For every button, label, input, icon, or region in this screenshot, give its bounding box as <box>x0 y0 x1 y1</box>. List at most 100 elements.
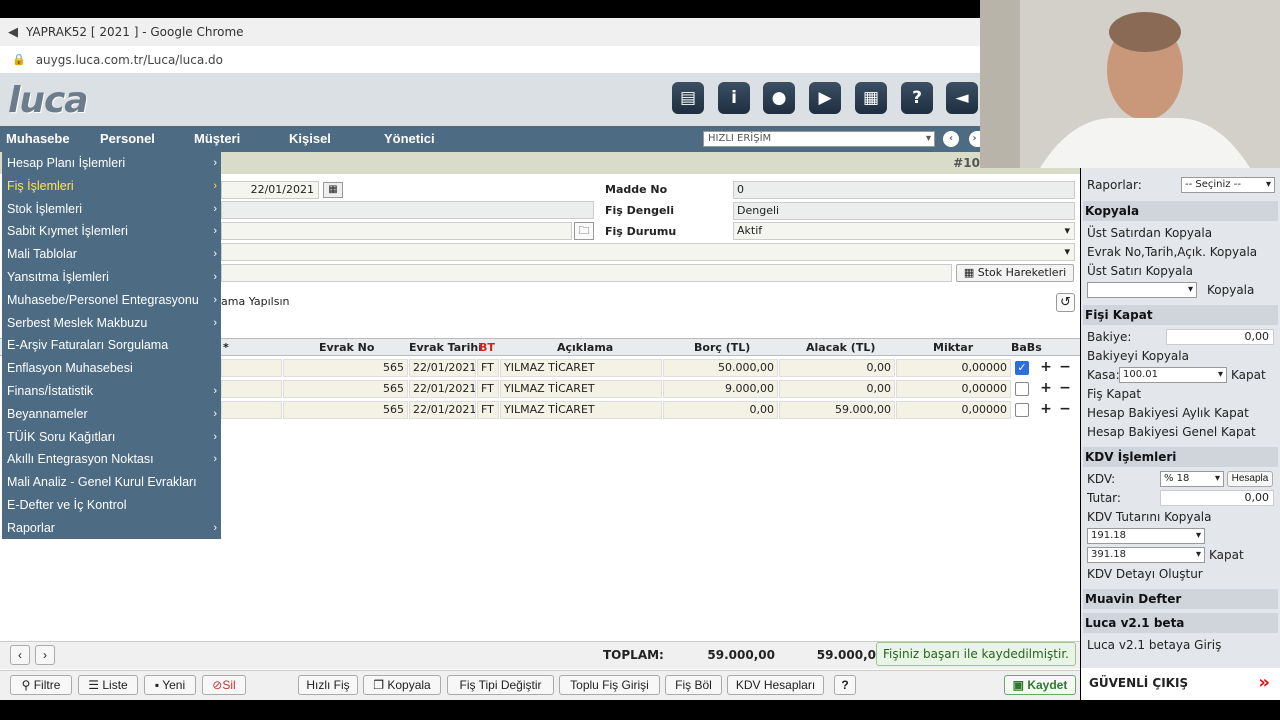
kdv-kopyala-link[interactable]: KDV Tutarını Kopyala <box>1087 510 1212 524</box>
kdv-account2-select[interactable]: 391.18 ▾ <box>1087 547 1205 563</box>
menu-item[interactable]: Beyannameler › <box>2 403 221 426</box>
stok-hareketleri-button[interactable]: ▦ Stok Hareketleri <box>956 264 1074 282</box>
row-bt[interactable]: FT <box>477 359 499 377</box>
row-miktar[interactable]: 0,00000 <box>896 380 1011 398</box>
notes-field[interactable] <box>221 264 952 282</box>
filtre-button[interactable]: ⚲ Filtre <box>10 675 72 695</box>
next-circle-icon[interactable]: › <box>969 131 980 147</box>
row-borc[interactable]: 0,00 <box>663 401 778 419</box>
nav-muhasebe[interactable]: Muhasebe <box>6 131 70 146</box>
row-aciklama[interactable]: YILMAZ TİCARET <box>500 359 662 377</box>
genel-kapat-link[interactable]: Hesap Bakiyesi Genel Kapat <box>1087 425 1256 439</box>
row-borc[interactable]: 9.000,00 <box>663 380 778 398</box>
fis-kapat-link[interactable]: Fiş Kapat <box>1087 387 1141 401</box>
refresh-icon[interactable]: ↺ <box>1056 293 1075 312</box>
megaphone-icon[interactable]: ◄ <box>946 82 978 114</box>
remove-row-icon[interactable]: − <box>1057 402 1073 418</box>
help-icon[interactable]: ? <box>834 675 856 695</box>
muavin-defter-link[interactable]: Muavin Defter <box>1083 589 1278 609</box>
remove-row-icon[interactable]: − <box>1057 381 1073 397</box>
type-select[interactable]: ▾ <box>221 243 1075 261</box>
kopyala-select[interactable]: ▾ <box>1087 282 1197 298</box>
menu-item[interactable]: Serbest Meslek Makbuzu › <box>2 312 221 335</box>
add-row-icon[interactable]: + <box>1038 360 1054 376</box>
menu-item[interactable]: Akıllı Entegrasyon Noktası › <box>2 448 221 471</box>
row-evrak-tarihi[interactable]: 22/01/2021 <box>409 401 476 419</box>
menu-item[interactable]: Mali Tablolar › <box>2 243 221 266</box>
kdv-hesaplari-button[interactable]: KDV Hesapları <box>727 675 824 695</box>
document-field[interactable] <box>221 222 572 240</box>
menu-item[interactable]: Sabit Kıymet İşlemleri › <box>2 220 221 243</box>
help-icon[interactable]: ? <box>901 82 933 114</box>
sil-button[interactable]: ⊘Sil <box>202 675 246 695</box>
kaydet-button[interactable]: ▣ Kaydet <box>1004 675 1076 695</box>
nav-kisisel[interactable]: Kişisel <box>289 131 331 146</box>
row-alacak[interactable]: 59.000,00 <box>779 401 895 419</box>
row-evrak-tarihi[interactable]: 22/01/2021 <box>409 380 476 398</box>
row-evrak-no[interactable]: 565 <box>283 401 408 419</box>
bakiye-kopyala-link[interactable]: Bakiyeyi Kopyala <box>1087 349 1189 363</box>
row-miktar[interactable]: 0,00000 <box>896 359 1011 377</box>
fis-tipi-button[interactable]: Fiş Tipi Değiştir <box>447 675 554 695</box>
liste-button[interactable]: ☰ Liste <box>78 675 138 695</box>
row-bt[interactable]: FT <box>477 380 499 398</box>
kdv-account1-select[interactable]: 191.18 ▾ <box>1087 528 1205 544</box>
menu-item[interactable]: Muhasebe/Personel Entegrasyonu › <box>2 289 221 312</box>
globe-icon[interactable]: ● <box>763 82 795 114</box>
hesapla-button[interactable]: Hesapla <box>1227 471 1273 487</box>
kopyala-link[interactable]: Kopyala <box>1207 283 1254 297</box>
row-account-cell[interactable] <box>221 359 282 377</box>
row-bt[interactable]: FT <box>477 401 499 419</box>
prev-circle-icon[interactable]: ‹ <box>943 131 959 147</box>
nav-personel[interactable]: Personel <box>100 131 155 146</box>
address-bar[interactable]: 🔒 auygs.luca.com.tr/Luca/luca.do <box>0 46 980 74</box>
row-miktar[interactable]: 0,00000 <box>896 401 1011 419</box>
nav-yonetici[interactable]: Yönetici <box>384 131 435 146</box>
toplu-fis-button[interactable]: Toplu Fiş Girişi <box>559 675 660 695</box>
babs-checkbox[interactable]: ✓ <box>1015 361 1029 375</box>
kdv-kapat-link[interactable]: Kapat <box>1209 548 1244 562</box>
next-page-button[interactable]: › <box>35 645 55 665</box>
row-account-cell[interactable] <box>221 380 282 398</box>
row-aciklama[interactable]: YILMAZ TİCARET <box>500 380 662 398</box>
youtube-icon[interactable]: ▶ <box>809 82 841 114</box>
remove-row-icon[interactable]: − <box>1057 360 1073 376</box>
book-icon[interactable]: ▤ <box>672 82 704 114</box>
row-aciklama[interactable]: YILMAZ TİCARET <box>500 401 662 419</box>
date-field[interactable]: 22/01/2021 <box>221 181 319 199</box>
nav-musteri[interactable]: Müşteri <box>194 131 240 146</box>
fis-bol-button[interactable]: Fiş Böl <box>665 675 722 695</box>
row-evrak-no[interactable]: 565 <box>283 359 408 377</box>
menu-item[interactable]: Hesap Planı İşlemleri › <box>2 152 221 175</box>
guvenli-cikis-button[interactable]: GÜVENLİ ÇIKIŞ » <box>1081 668 1280 700</box>
description-field[interactable] <box>221 201 594 219</box>
fis-durumu-select[interactable]: Aktif ▾ <box>733 222 1075 240</box>
ust-satirdan-kopyala-link[interactable]: Üst Satırdan Kopyala <box>1087 226 1212 240</box>
menu-item[interactable]: Finans/İstatistik › <box>2 380 221 403</box>
aylik-kapat-link[interactable]: Hesap Bakiyesi Aylık Kapat <box>1087 406 1249 420</box>
menu-item[interactable]: TÜİK Soru Kağıtları › <box>2 426 221 449</box>
menu-item[interactable]: Mali Analiz - Genel Kurul Evrakları <box>2 471 221 494</box>
calendar-icon[interactable]: ▦ <box>323 182 343 198</box>
yeni-button[interactable]: ▪ Yeni <box>144 675 196 695</box>
info-icon[interactable]: i <box>718 82 750 114</box>
babs-checkbox[interactable] <box>1015 382 1029 396</box>
kasa-select[interactable]: 100.01 ▾ <box>1119 367 1227 383</box>
row-evrak-no[interactable]: 565 <box>283 380 408 398</box>
kopyala-button[interactable]: ❐ Kopyala <box>363 675 441 695</box>
babs-checkbox[interactable] <box>1015 403 1029 417</box>
kdv-rate-select[interactable]: % 18 ▾ <box>1160 471 1224 487</box>
kasa-kapat-link[interactable]: Kapat <box>1231 368 1266 382</box>
menu-item[interactable]: Enflasyon Muhasebesi <box>2 357 221 380</box>
row-alacak[interactable]: 0,00 <box>779 359 895 377</box>
menu-item[interactable]: Yansıtma İşlemleri › <box>2 266 221 289</box>
add-row-icon[interactable]: + <box>1038 402 1054 418</box>
ust-satiri-kopyala-link[interactable]: Üst Satırı Kopyala <box>1087 264 1193 278</box>
row-evrak-tarihi[interactable]: 22/01/2021 <box>409 359 476 377</box>
menu-item[interactable]: Fiş İşlemleri › <box>2 175 221 198</box>
menu-item[interactable]: E-Defter ve İç Kontrol <box>2 494 221 517</box>
menu-item[interactable]: E-Arşiv Faturaları Sorgulama <box>2 334 221 357</box>
beta-link[interactable]: Luca v2.1 betaya Giriş <box>1087 638 1221 652</box>
evrak-kopyala-link[interactable]: Evrak No,Tarih,Açık. Kopyala <box>1087 245 1257 259</box>
tutar-field[interactable]: 0,00 <box>1160 490 1274 506</box>
